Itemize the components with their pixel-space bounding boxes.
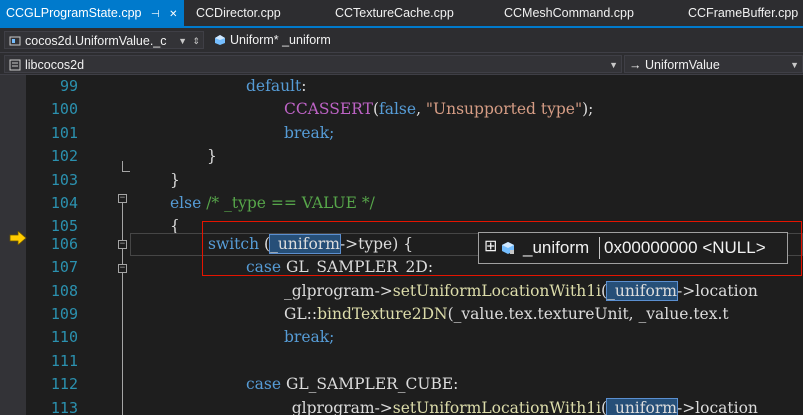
line-number: 110 [50,328,78,347]
code-text: case GL_SAMPLER_CUBE: [246,375,459,394]
tab-label: CCDirector.cpp [196,6,281,20]
fold-line [122,249,123,264]
code-text: else /* _type == VALUE */ [170,194,375,212]
fold-line [122,203,123,240]
line-number: 100 [50,100,78,119]
chevron-down-icon: ▼ [609,60,618,70]
fold-line [122,273,123,415]
tab-ccdirector[interactable]: CCDirector.cpp [196,0,281,26]
class-icon [9,36,21,46]
code-line[interactable]: 111 [0,350,803,373]
spin-icon[interactable]: ⇕ [192,32,200,48]
datatip-name: _uniform [523,238,590,257]
close-icon[interactable]: ✕ [169,2,177,28]
chevron-down-icon: ▼ [790,60,799,70]
project-label: libcocos2d [25,58,85,72]
datatip-value[interactable]: 0x00000000 <NULL> [604,238,766,258]
line-number: 111 [50,351,78,370]
line-number: 99 [59,77,78,95]
code-text: _glprogram->setUniformLocationWith1i(_un… [284,397,758,415]
code-line[interactable]: 101 break; [0,122,803,145]
tab-ccmeshcommand[interactable]: CCMeshCommand.cpp [504,0,634,26]
line-number: 113 [50,398,78,415]
code-line[interactable]: 113 _glprogram->setUniformLocationWith1i… [0,397,803,415]
code-line[interactable]: 109 GL::bindTexture2DN(_value.tex.textur… [0,303,803,326]
datatip[interactable]: ⊞ _uniform 0x00000000 <NULL> [478,232,788,264]
uniform-reference[interactable]: _uniform [606,280,678,301]
code-line[interactable]: 108 _glprogram->setUniformLocationWith1i… [0,280,803,303]
code-text: CCASSERT(false, "Unsupported type"); [284,100,594,119]
line-number: 106 [50,234,78,253]
code-line[interactable]: 102 } [0,145,803,168]
code-line[interactable]: 110 break; [0,326,803,349]
code-text: GL::bindTexture2DN(_value.tex.textureUni… [284,305,729,323]
project-icon [9,59,21,71]
expand-icon[interactable]: ⊞ [484,236,497,256]
chevron-down-icon: ▼ [178,36,187,46]
scope-label: cocos2d.UniformValue._c [25,34,167,48]
tab-cctexturecache[interactable]: CCTextureCache.cpp [335,0,454,26]
code-line[interactable]: 100 CCASSERT(false, "Unsupported type"); [0,98,803,121]
fold-line [122,161,123,171]
member-label: Uniform* _uniform [230,33,331,47]
tab-bar: CCGLProgramState.cpp ⊣ ✕ CCDirector.cpp … [0,0,803,28]
code-text: break; [284,328,335,347]
code-text: break; [284,123,335,142]
line-number: 104 [50,194,78,212]
fold-line [122,171,130,172]
field-icon [215,35,225,45]
line-number: 103 [50,170,78,189]
function-label: → UniformValue [629,58,720,72]
tab-label: CCTextureCache.cpp [335,6,454,20]
line-number: 108 [50,281,78,300]
code-editor[interactable]: 99 default: 100 CCASSERT(false, "Unsuppo… [0,75,803,415]
line-number: 112 [50,375,78,394]
pin-icon[interactable]: ⊣ [151,2,160,28]
collapse-icon[interactable]: − [118,264,127,273]
code-text: } [170,170,180,189]
line-number: 101 [50,123,78,142]
code-line[interactable]: 112 case GL_SAMPLER_CUBE: [0,373,803,396]
tab-label: CCFrameBuffer.cpp [688,6,799,20]
project-dropdown[interactable]: libcocos2d ▼ [4,55,622,73]
code-line[interactable]: 99 default: [0,75,803,98]
member-dropdown[interactable]: Uniform* _uniform [210,31,803,49]
tab-ccframebuffer[interactable]: CCFrameBuffer.cpp [688,0,798,26]
code-text: _glprogram->setUniformLocationWith1i(_un… [284,280,758,301]
function-dropdown[interactable]: → UniformValue ▼ [624,55,803,73]
collapse-icon[interactable]: − [118,194,127,203]
navigation-bar: cocos2d.UniformValue._c ▼ ⇕ Uniform* _un… [0,28,803,53]
uniform-reference[interactable]: _uniform [606,397,678,415]
scope-dropdown[interactable]: cocos2d.UniformValue._c ▼ ⇕ [4,31,204,49]
datatip-separator [599,237,600,259]
line-number: 102 [50,147,78,166]
tab-label: CCGLProgramState.cpp [6,6,142,20]
tab-label: CCMeshCommand.cpp [504,6,634,20]
code-line[interactable]: 103 } [0,169,803,192]
line-number: 107 [50,258,78,277]
project-bar: libcocos2d ▼ → UniformValue ▼ [0,53,803,75]
tab-ccglprogramstate[interactable]: CCGLProgramState.cpp ⊣ ✕ [0,0,184,26]
field-icon [502,242,514,254]
line-number: 109 [50,305,78,323]
code-text: default: [246,77,307,95]
code-text: } [207,147,217,166]
collapse-icon[interactable]: − [118,240,127,249]
